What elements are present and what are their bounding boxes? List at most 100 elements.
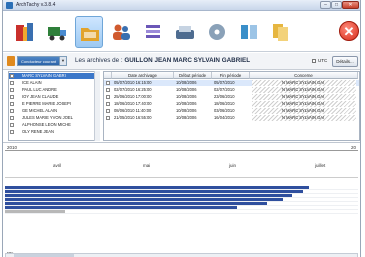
list-item[interactable]: GE MICHEL ALAIN — [9, 108, 99, 114]
utc-label: UTC — [318, 58, 328, 63]
row-checkbox[interactable] — [10, 102, 14, 106]
cell-end: 16/04/2010 — [214, 115, 235, 120]
window-title: ArchTachy v.3.8.4 — [16, 2, 56, 8]
cell-date: 05/07/2010 16:15:00 — [114, 80, 152, 85]
list-icon — [146, 25, 160, 38]
cell-start: 10/08/2006 — [176, 108, 197, 113]
timeline-bar[interactable] — [5, 210, 65, 213]
column-header-select[interactable] — [104, 72, 112, 79]
timeline-separator — [5, 177, 358, 178]
list-item[interactable]: E PIERRE MARIE JOSEPI — [9, 101, 99, 107]
list-tool-button[interactable] — [139, 16, 167, 48]
reader-tool-button[interactable] — [171, 16, 199, 48]
cell-end: 03/06/2010 — [214, 108, 235, 113]
cell-start: 10/08/2006 — [176, 94, 197, 99]
timeline-scrollbar[interactable] — [5, 253, 358, 257]
cell-concerns: N MARC SYLVAIN GAI — [252, 101, 356, 107]
row-checkbox[interactable] — [10, 123, 14, 127]
archive-icon — [16, 23, 33, 41]
timeline-bar[interactable] — [5, 202, 267, 205]
list-item[interactable]: ALPHONSE LEON MICHE — [9, 122, 99, 128]
timeline-bar[interactable] — [5, 186, 309, 189]
table-row[interactable]: 02/07/2010 16:25:00 10/08/2006 02/07/201… — [104, 87, 359, 93]
timeline-ruler — [5, 150, 358, 151]
list-item[interactable]: JULES MARIE YVON JOEL — [9, 115, 99, 121]
list-item[interactable]: PAUL LUC ANDRE — [9, 87, 99, 93]
cell-concerns: N MARC SYLVAIN GAI — [252, 80, 356, 86]
details-button[interactable]: Détails... — [332, 56, 358, 67]
row-checkbox[interactable] — [106, 81, 110, 85]
timeline-bar[interactable] — [5, 190, 303, 193]
driver-icon — [7, 56, 15, 66]
minimize-button[interactable]: – — [320, 1, 331, 9]
utc-checkbox[interactable] — [312, 59, 316, 63]
main-toolbar: ✕ — [3, 12, 360, 52]
driver-list-scrollbar[interactable] — [94, 71, 100, 141]
cell-end: 23/06/2010 — [214, 94, 235, 99]
driver-type-select[interactable]: Conducteur courant ▼ — [17, 56, 67, 66]
cell-date: 08/06/2010 11:40:00 — [114, 108, 152, 113]
cell-start: 10/08/2006 — [176, 115, 197, 120]
people-tool-button[interactable] — [107, 16, 135, 48]
timeline-month: juillet — [315, 163, 326, 168]
row-checkbox[interactable] — [106, 102, 110, 106]
column-header-concerns[interactable]: Concerne — [250, 72, 358, 79]
cd-icon — [209, 24, 225, 40]
truck-icon — [48, 27, 66, 41]
list-item[interactable]: IOY JEAN CLAUDE — [9, 94, 99, 100]
cell-date: 02/07/2010 16:25:00 — [114, 87, 152, 92]
row-checkbox[interactable] — [10, 130, 14, 134]
list-item[interactable]: OLY RENE JEAN — [9, 129, 99, 135]
row-checkbox[interactable] — [106, 109, 110, 113]
cell-end: 02/07/2010 — [214, 87, 235, 92]
table-row[interactable]: 25/06/2010 17:00:00 10/08/2006 23/06/201… — [104, 94, 359, 100]
archive-timeline: 2010 20 avril mai juin juillet sec — [3, 142, 360, 257]
cell-start: 10/08/2006 — [176, 101, 197, 106]
archives-header: Conducteur courant ▼ Les archives de : G… — [3, 53, 360, 70]
row-checkbox[interactable] — [106, 116, 110, 120]
cell-concerns: N MARC SYLVAIN GAI — [252, 115, 356, 121]
column-header-end[interactable]: Fin période — [212, 72, 250, 79]
files-tool-button[interactable] — [267, 16, 295, 48]
driver-list: MARC SYLVAIN GABRI ICE ALAIN PAUL LUC AN… — [8, 71, 100, 141]
exit-button[interactable]: ✕ — [339, 21, 359, 41]
card-reader-icon — [176, 26, 194, 39]
column-header-date[interactable]: Date archivage — [112, 72, 174, 79]
app-icon — [6, 2, 13, 9]
row-checkbox[interactable] — [10, 109, 14, 113]
archives-label: Les archives de : — [75, 57, 123, 64]
row-checkbox[interactable] — [10, 74, 14, 78]
title-bar: ArchTachy v.3.8.4 – □ ✕ — [3, 0, 360, 11]
row-checkbox[interactable] — [106, 88, 110, 92]
folder-tool-button[interactable] — [75, 16, 103, 48]
maximize-button[interactable]: □ — [331, 1, 342, 9]
cell-start: 10/08/2006 — [176, 80, 197, 85]
timeline-bar[interactable] — [5, 206, 237, 209]
row-checkbox[interactable] — [10, 88, 14, 92]
driver-name: GUILLON JEAN MARC SYLVAIN GABRIEL — [124, 57, 251, 64]
cd-tool-button[interactable] — [203, 16, 231, 48]
driver-type-value: Conducteur courant — [21, 59, 57, 64]
archive-tool-button[interactable] — [11, 16, 39, 48]
table-row[interactable]: 18/06/2010 17:40:00 10/08/2006 18/06/201… — [104, 101, 359, 107]
row-checkbox[interactable] — [10, 116, 14, 120]
column-header-start[interactable]: Début période — [174, 72, 212, 79]
export-tool-button[interactable] — [235, 16, 263, 48]
timeline-bar[interactable] — [5, 194, 292, 197]
row-checkbox[interactable] — [10, 95, 14, 99]
table-row[interactable]: 08/06/2010 11:40:00 10/08/2006 03/06/201… — [104, 108, 359, 114]
row-checkbox[interactable] — [106, 95, 110, 99]
archives-title: Les archives de : GUILLON JEAN MARC SYLV… — [75, 57, 250, 64]
cell-end: 05/07/2010 — [214, 80, 235, 85]
table-row[interactable]: 21/05/2010 16:55:00 10/08/2006 16/04/201… — [104, 115, 359, 121]
cell-concerns: N MARC SYLVAIN GAI — [252, 108, 356, 114]
truck-tool-button[interactable] — [43, 16, 71, 48]
close-button[interactable]: ✕ — [342, 1, 359, 9]
cell-end: 18/06/2010 — [214, 101, 235, 106]
timeline-bar[interactable] — [5, 198, 283, 201]
list-item[interactable]: ICE ALAIN — [9, 80, 99, 86]
table-row[interactable]: 05/07/2010 16:15:00 10/08/2006 05/07/201… — [104, 80, 359, 86]
list-item[interactable]: MARC SYLVAIN GABRI — [9, 73, 99, 79]
app-window: ArchTachy v.3.8.4 – □ ✕ ✕ Conducteur cou… — [2, 0, 361, 257]
row-checkbox[interactable] — [10, 81, 14, 85]
